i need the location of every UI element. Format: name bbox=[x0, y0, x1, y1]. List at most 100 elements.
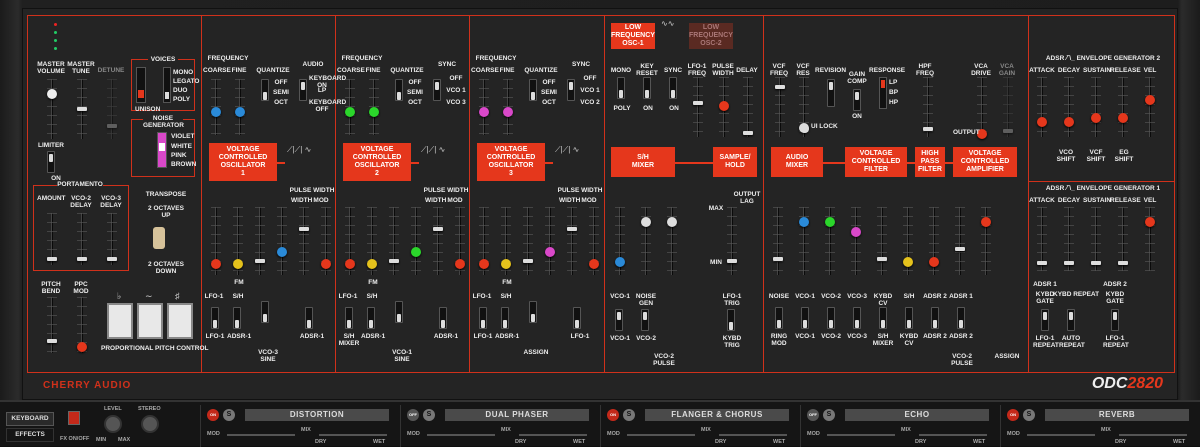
eg2-attack-slider[interactable] bbox=[1037, 77, 1047, 137]
vco3-fine-cap[interactable] bbox=[503, 107, 513, 117]
eg2-gate-switch[interactable] bbox=[1111, 309, 1119, 331]
vco3-mix-cap-3[interactable] bbox=[545, 247, 555, 257]
vco3-sync-switch[interactable] bbox=[567, 79, 575, 101]
master-tune-slider[interactable] bbox=[77, 79, 87, 139]
fx-mod-slider[interactable] bbox=[227, 434, 295, 436]
audio-mix-cap-6[interactable] bbox=[929, 257, 939, 267]
vco3-coarse-slider[interactable] bbox=[479, 79, 489, 135]
vco3-coarse-cap[interactable] bbox=[479, 107, 489, 117]
eg1-attack-cap[interactable] bbox=[1037, 261, 1047, 265]
vco1-mod-switch-4[interactable] bbox=[305, 307, 313, 329]
audio-mix-slider-8[interactable] bbox=[981, 207, 991, 275]
vco3-mix-cap-1[interactable] bbox=[501, 259, 511, 269]
tab-keyboard[interactable]: KEYBOARD bbox=[6, 412, 54, 426]
eg2-attack-cap[interactable] bbox=[1037, 117, 1047, 127]
vco2-quantize-switch[interactable] bbox=[395, 79, 403, 101]
audio-mix-slider-3[interactable] bbox=[851, 207, 861, 275]
mix-src-switch-4[interactable] bbox=[879, 307, 887, 329]
vco2-mix-cap-3[interactable] bbox=[411, 247, 421, 257]
vco3-mix-slider-0[interactable] bbox=[479, 207, 489, 275]
vco2-mod-switch-1[interactable] bbox=[345, 307, 353, 329]
audio-mix-slider-7[interactable] bbox=[955, 207, 965, 275]
eg-repeat-switch[interactable] bbox=[1067, 309, 1075, 331]
vco3-mix-slider-4[interactable] bbox=[567, 207, 577, 275]
vca-drive-slider[interactable] bbox=[977, 77, 987, 139]
ppc-mod-slider[interactable] bbox=[77, 297, 87, 353]
fx-solo-button[interactable]: S bbox=[423, 409, 435, 421]
fx-mod-slider[interactable] bbox=[627, 434, 695, 436]
vco2-mix-slider-3[interactable] bbox=[411, 207, 421, 275]
vco2-mix-slider-0[interactable] bbox=[345, 207, 355, 275]
limiter-switch[interactable] bbox=[47, 151, 55, 173]
vca-gain-slider[interactable] bbox=[1003, 77, 1013, 137]
vco1-mod-switch-2[interactable] bbox=[233, 307, 241, 329]
eg1-sustain-cap[interactable] bbox=[1091, 261, 1101, 265]
pitch-bend-slider[interactable] bbox=[47, 297, 57, 353]
fx-solo-button[interactable]: S bbox=[1023, 409, 1035, 421]
lfo-sync-switch[interactable] bbox=[669, 77, 677, 99]
vco1-mix-cap-2[interactable] bbox=[255, 259, 265, 263]
mix-src-switch-2[interactable] bbox=[827, 307, 835, 329]
vco2-mix-cap-2[interactable] bbox=[389, 259, 399, 263]
audio-mix-slider-2[interactable] bbox=[825, 207, 835, 275]
vco1-mix-slider-0[interactable] bbox=[211, 207, 221, 275]
fx-power-button[interactable]: OFF bbox=[807, 409, 819, 421]
lfo-pw-slider[interactable] bbox=[719, 77, 729, 137]
fx-solo-button[interactable]: S bbox=[823, 409, 835, 421]
audio-mix-cap-0[interactable] bbox=[773, 257, 783, 261]
vco1-mix-slider-1[interactable] bbox=[233, 207, 243, 275]
vco2-mix-cap-5[interactable] bbox=[455, 259, 465, 269]
lfo2-button[interactable]: LOW FREQUENCY OSC-2 bbox=[689, 23, 733, 49]
eg2-vel-slider[interactable] bbox=[1145, 77, 1155, 137]
vco1-mod-switch-1[interactable] bbox=[211, 307, 219, 329]
vco1-quantize-switch[interactable] bbox=[261, 79, 269, 101]
tab-effects[interactable]: EFFECTS bbox=[6, 428, 54, 442]
eg1-vel-slider[interactable] bbox=[1145, 207, 1155, 271]
sh-vco2-slider[interactable] bbox=[667, 207, 677, 275]
vco3-mix-cap-2[interactable] bbox=[523, 259, 533, 263]
audio-mix-slider-4[interactable] bbox=[877, 207, 887, 275]
vco3-mod-switch-2[interactable] bbox=[501, 307, 509, 329]
vco2-delay-slider[interactable] bbox=[77, 213, 87, 265]
eg1-decay-slider[interactable] bbox=[1064, 207, 1074, 271]
mix-src-switch-3[interactable] bbox=[853, 307, 861, 329]
fx-onoff-button[interactable] bbox=[68, 411, 80, 425]
detune-slider[interactable] bbox=[107, 79, 117, 139]
vco3-mix-cap-5[interactable] bbox=[589, 259, 599, 269]
lfo-delay-slider[interactable] bbox=[743, 77, 753, 137]
eg2-sustain-cap[interactable] bbox=[1091, 113, 1101, 123]
vco2-mod-switch-4[interactable] bbox=[439, 307, 447, 329]
vco3-mod-switch-4[interactable] bbox=[573, 307, 581, 329]
fx-mix-slider[interactable] bbox=[1119, 434, 1187, 436]
transpose-lever[interactable] bbox=[153, 227, 165, 249]
response-switch[interactable] bbox=[879, 77, 887, 109]
vco1-mix-slider-3[interactable] bbox=[277, 207, 287, 275]
eg2-release-cap[interactable] bbox=[1118, 113, 1128, 123]
vco3-mix-slider-2[interactable] bbox=[523, 207, 533, 275]
ppc-sharp-pad[interactable] bbox=[167, 303, 193, 339]
ppc-center-pad[interactable] bbox=[137, 303, 163, 339]
sh-src-switch-1[interactable] bbox=[615, 309, 623, 331]
ppc-flat-pad[interactable] bbox=[107, 303, 133, 339]
output-lag-slider[interactable] bbox=[727, 207, 737, 275]
sh-vco1-slider[interactable] bbox=[615, 207, 625, 275]
eg2-sustain-slider[interactable] bbox=[1091, 77, 1101, 137]
stereo-knob[interactable] bbox=[141, 415, 159, 433]
vco1-mix-cap-0[interactable] bbox=[211, 259, 221, 269]
vcf-freq-slider[interactable] bbox=[775, 77, 785, 137]
vco3-mix-cap-4[interactable] bbox=[567, 227, 577, 231]
fx-mod-slider[interactable] bbox=[1027, 434, 1095, 436]
lfo1-freq-slider[interactable] bbox=[693, 77, 703, 137]
vco1-mix-slider-5[interactable] bbox=[321, 207, 331, 275]
vco2-sync-switch[interactable] bbox=[433, 79, 441, 101]
vco1-mix-cap-1[interactable] bbox=[233, 259, 243, 269]
vco2-mix-cap-4[interactable] bbox=[433, 227, 443, 231]
revision-switch[interactable] bbox=[827, 79, 835, 107]
audio-mix-cap-3[interactable] bbox=[851, 227, 861, 237]
eg2-release-slider[interactable] bbox=[1118, 77, 1128, 137]
audio-mix-slider-5[interactable] bbox=[903, 207, 913, 275]
vco2-mix-slider-2[interactable] bbox=[389, 207, 399, 275]
audio-mix-cap-1[interactable] bbox=[799, 217, 809, 227]
vco1-mix-cap-3[interactable] bbox=[277, 247, 287, 257]
fx-mix-slider[interactable] bbox=[319, 434, 387, 436]
